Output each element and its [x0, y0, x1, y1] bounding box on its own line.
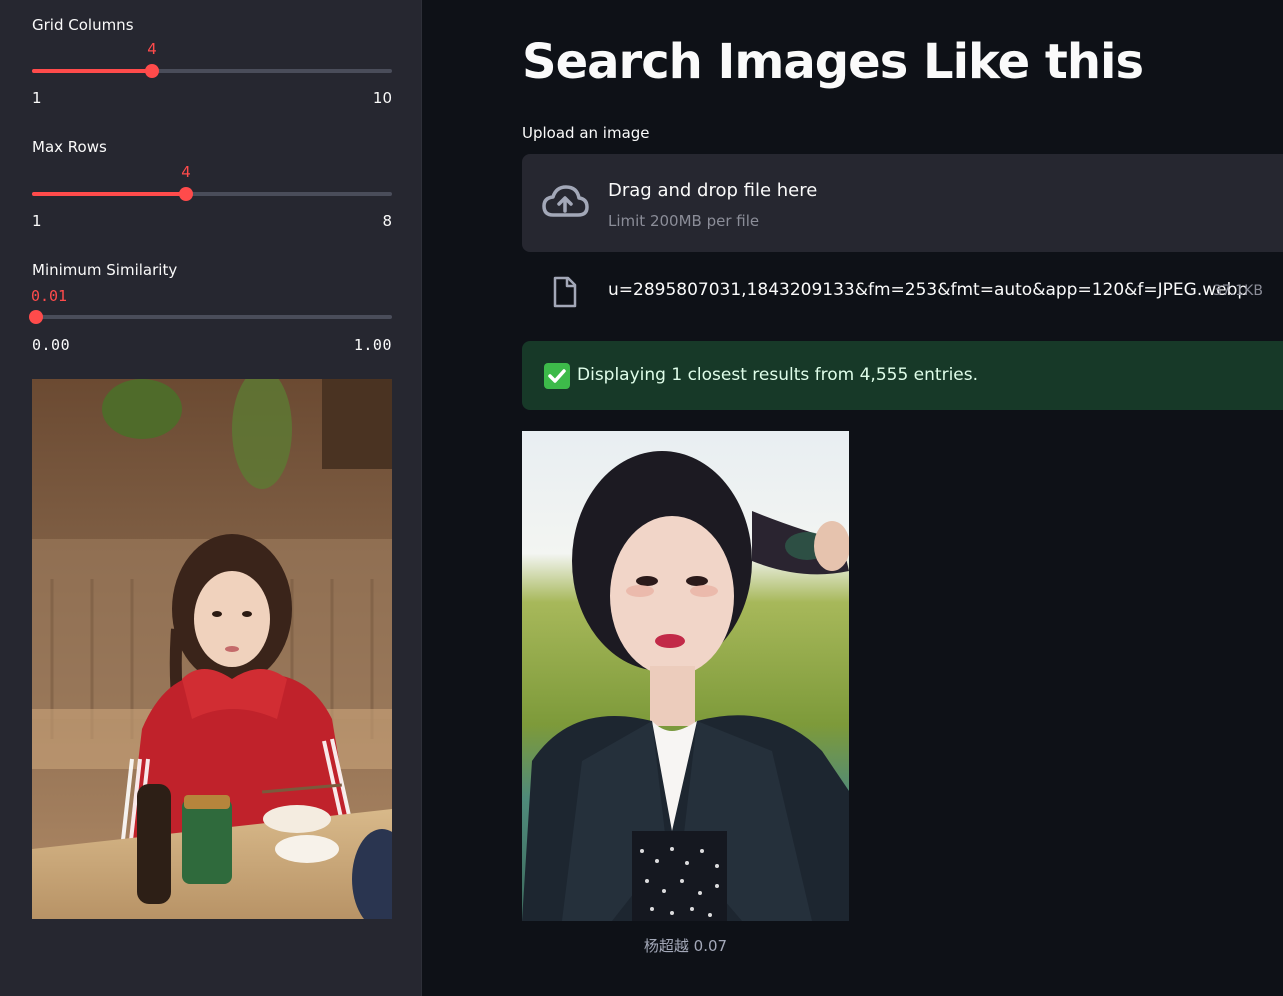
- status-text: Displaying 1 closest results from 4,555 …: [577, 365, 979, 385]
- check-mark-icon: [544, 363, 570, 389]
- min-similarity-slider[interactable]: Minimum Similarity 0.01 0.00 1.00: [29, 261, 392, 356]
- grid-columns-track[interactable]: [32, 64, 392, 78]
- min-similarity-max: 1.00: [353, 336, 392, 354]
- file-size: 37.1KB: [1213, 283, 1263, 299]
- max-rows-track[interactable]: [32, 187, 392, 201]
- min-similarity-track[interactable]: [29, 310, 392, 324]
- main-content: Search Images Like this Upload an image …: [422, 0, 1283, 996]
- grid-columns-min: 1: [32, 89, 42, 107]
- min-similarity-min: 0.00: [32, 336, 71, 354]
- max-rows-slider[interactable]: Max Rows 4 1 8: [32, 138, 392, 233]
- cloud-upload-icon: [541, 184, 589, 224]
- file-icon: [552, 276, 578, 312]
- max-rows-value: 4: [181, 163, 191, 181]
- max-rows-label: Max Rows: [32, 138, 107, 156]
- grid-columns-max: 10: [372, 89, 392, 107]
- query-image: [32, 379, 392, 919]
- file-name: u=2895807031,1843209133&fm=253&fmt=auto&…: [608, 280, 1249, 300]
- grid-columns-value: 4: [147, 40, 157, 58]
- max-rows-min: 1: [32, 212, 42, 230]
- sidebar: Grid Columns 4 1 10 Max Rows 4 1 8 Minim…: [0, 0, 422, 996]
- drop-title: Drag and drop file here: [608, 180, 818, 201]
- grid-columns-thumb[interactable]: [145, 64, 159, 78]
- min-similarity-value: 0.01: [30, 287, 68, 305]
- min-similarity-thumb[interactable]: [29, 310, 43, 324]
- grid-columns-label: Grid Columns: [32, 16, 134, 34]
- result-image: [522, 431, 849, 921]
- result-caption: 杨超越 0.07: [643, 937, 728, 955]
- drop-limit: Limit 200MB per file: [608, 212, 760, 230]
- uploaded-file: u=2895807031,1843209133&fm=253&fmt=auto&…: [522, 270, 1283, 314]
- page-title: Search Images Like this: [522, 34, 1144, 90]
- status-alert: Displaying 1 closest results from 4,555 …: [522, 341, 1283, 410]
- max-rows-max: 8: [382, 212, 392, 230]
- min-similarity-label: Minimum Similarity: [32, 261, 178, 279]
- upload-label: Upload an image: [522, 124, 650, 142]
- grid-columns-slider[interactable]: Grid Columns 4 1 10: [32, 16, 392, 111]
- file-dropzone[interactable]: Drag and drop file here Limit 200MB per …: [522, 154, 1283, 252]
- max-rows-thumb[interactable]: [179, 187, 193, 201]
